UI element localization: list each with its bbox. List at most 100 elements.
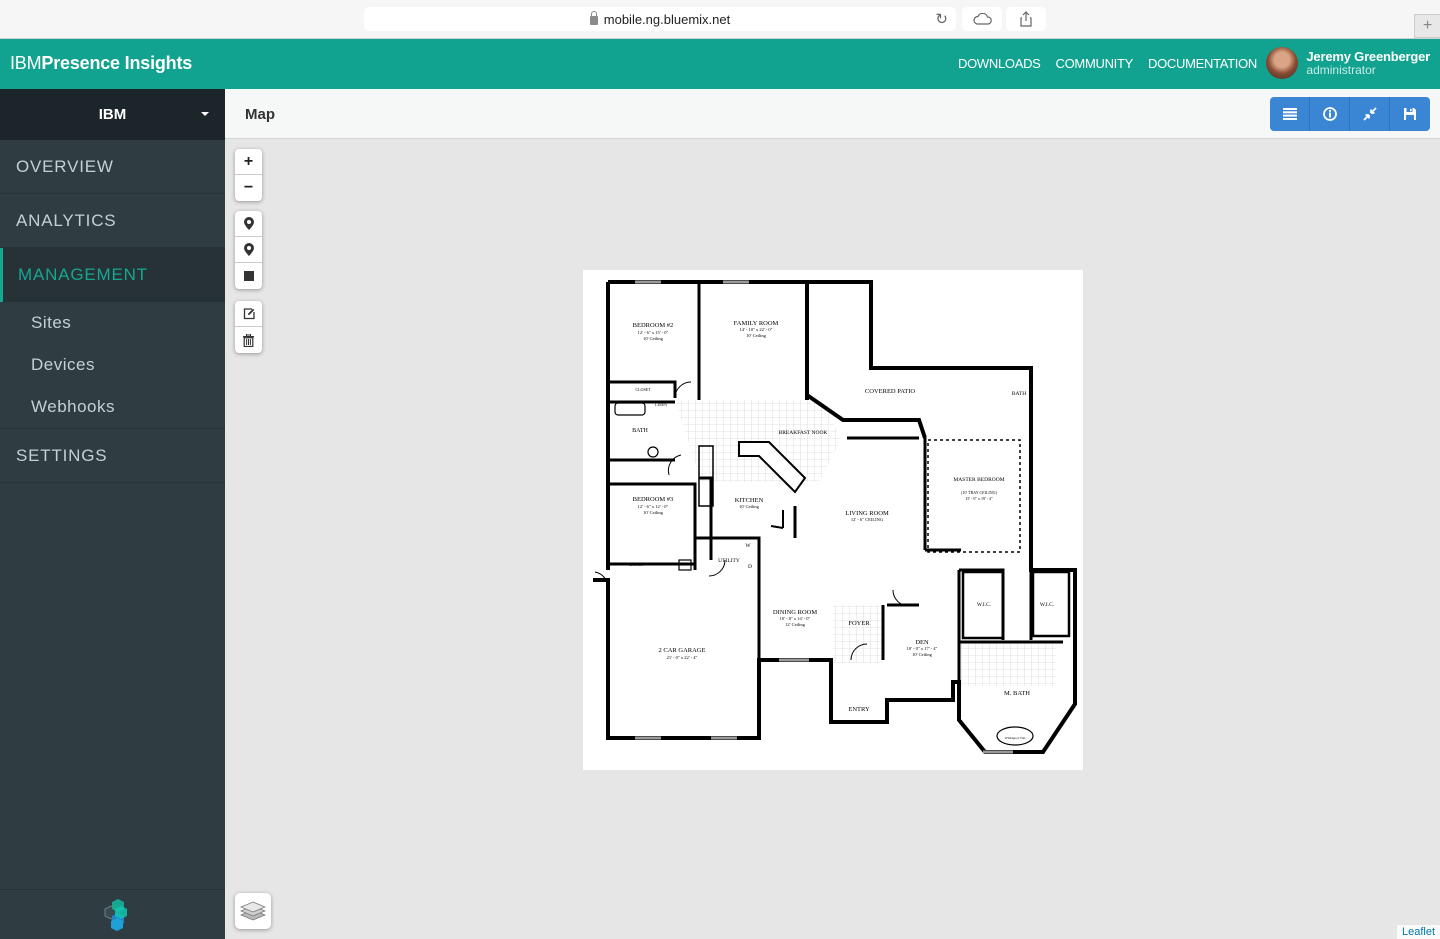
- delete-layers-button[interactable]: [235, 327, 262, 353]
- save-button[interactable]: [1390, 97, 1430, 131]
- share-button[interactable]: [1006, 7, 1046, 31]
- room-label: BREAKFAST NOOK: [779, 430, 828, 436]
- user-name: Jeremy Greenberger: [1306, 49, 1430, 64]
- room-label: W: [745, 543, 751, 549]
- sidebar-subitem-label: Sites: [31, 313, 72, 332]
- sidebar-subitem-devices[interactable]: Devices: [0, 344, 225, 386]
- room-label: BATH: [1012, 391, 1026, 397]
- new-tab-button[interactable]: +: [1414, 14, 1440, 38]
- address-bar[interactable]: mobile.ng.bluemix.net ↻: [364, 7, 956, 31]
- presence-insights-logo-icon: [104, 898, 127, 931]
- room-label: BEDROOM #2: [633, 322, 674, 329]
- room-ceiling: (10' TRAY CEILING): [961, 490, 997, 495]
- floppy-disk-icon: [1404, 108, 1416, 120]
- room-ceiling: 10' Ceiling: [746, 333, 766, 338]
- floorplan-image[interactable]: BEDROOM #2 12' - 6" x 15' - 0" 10' Ceili…: [583, 270, 1083, 770]
- map-canvas[interactable]: + − BEDROOM #2 12' - 6" x 15' - 0" 10' C…: [225, 140, 1440, 939]
- map-marker-icon: [243, 217, 254, 230]
- room-dimension: 14' - 10" x 22' - 0": [739, 327, 772, 332]
- avatar[interactable]: [1266, 47, 1299, 79]
- room-ceiling: 10' Ceiling: [643, 336, 663, 341]
- room-ceiling: 10' Ceiling: [739, 504, 759, 509]
- list-icon: [1282, 108, 1297, 120]
- edit-icon: [243, 307, 255, 319]
- room-label: CLOSET: [635, 387, 651, 392]
- brand-logo[interactable]: IBMPresence Insights: [10, 53, 192, 74]
- user-menu[interactable]: Jeremy Greenberger administrator: [1266, 47, 1430, 79]
- room-label: DEN: [915, 639, 929, 646]
- page-title: Map: [245, 106, 275, 123]
- info-button[interactable]: [1310, 97, 1350, 131]
- sidebar-subitem-label: Webhooks: [31, 397, 116, 416]
- room-label: 2 CAR GARAGE: [659, 647, 706, 654]
- sidebar-footer: [0, 889, 225, 939]
- map-attribution-link[interactable]: Leaflet: [1396, 925, 1440, 939]
- reload-icon[interactable]: ↻: [935, 10, 948, 28]
- fixture-label: Whirlpool Tub: [1005, 736, 1026, 740]
- room-dimension: 10' - 0" x 17' - 4": [907, 646, 938, 651]
- room-label: LIVING ROOM: [845, 510, 889, 517]
- room-dimension: 15' - 0" x 19' - 4": [965, 496, 993, 501]
- room-ceiling: 10' Ceiling: [643, 510, 663, 515]
- draw-marker-button[interactable]: [235, 211, 262, 237]
- draw-rectangle-button[interactable]: [235, 263, 262, 289]
- list-button[interactable]: [1270, 97, 1310, 131]
- user-role: administrator: [1306, 63, 1376, 77]
- info-icon: [1322, 107, 1337, 121]
- sidebar-item-settings[interactable]: SETTINGS: [0, 429, 225, 483]
- sidebar-subitem-sites[interactable]: Sites: [0, 302, 225, 344]
- room-label: D: [748, 564, 752, 570]
- room-label: FOYER: [848, 620, 870, 627]
- room-label: MASTER BEDROOM: [953, 477, 1004, 483]
- nav-community[interactable]: COMMUNITY: [1056, 56, 1134, 71]
- room-label: LINEN: [655, 402, 667, 407]
- browser-toolbar: mobile.ng.bluemix.net ↻ +: [0, 0, 1440, 39]
- room-ceiling: 12' Ceiling: [785, 622, 805, 627]
- url-text: mobile.ng.bluemix.net: [603, 11, 731, 27]
- sidebar-item-overview[interactable]: OVERVIEW: [0, 140, 225, 194]
- sidebar-item-label: OVERVIEW: [16, 156, 114, 176]
- share-icon: [1020, 11, 1032, 27]
- draw-toolbar: [235, 211, 262, 289]
- nav-downloads[interactable]: DOWNLOADS: [958, 56, 1041, 71]
- edit-toolbar: [235, 301, 262, 353]
- icloud-tabs-button[interactable]: [962, 7, 1002, 31]
- room-label: ENTRY: [848, 706, 870, 713]
- sidebar-item-label: ANALYTICS: [16, 210, 117, 230]
- zoom-out-button[interactable]: −: [235, 175, 262, 201]
- zoom-in-button[interactable]: +: [235, 149, 262, 175]
- map-toolbar: [1270, 97, 1430, 131]
- room-label: CLOSET: [628, 562, 644, 567]
- compress-icon: [1362, 107, 1377, 121]
- cloud-icon: [973, 13, 992, 25]
- room-label: BEDROOM #3: [633, 496, 674, 503]
- org-name: IBM: [98, 106, 127, 123]
- room-label: M. BATH: [1004, 690, 1030, 697]
- draw-marker-alt-button[interactable]: [235, 237, 262, 263]
- layers-control-button[interactable]: [235, 893, 271, 929]
- sidebar-item-analytics[interactable]: ANALYTICS: [0, 194, 225, 248]
- sidebar-subitem-webhooks[interactable]: Webhooks: [0, 386, 225, 428]
- room-dimension: 21' - 0" x 22' - 4": [667, 655, 698, 660]
- page-titlebar: Map: [225, 89, 1440, 139]
- room-ceiling: 10' Ceiling: [912, 652, 932, 657]
- room-label: FAMILY ROOM: [734, 320, 779, 327]
- trash-icon: [243, 333, 254, 347]
- org-selector[interactable]: IBM: [0, 89, 225, 140]
- layers-icon: [240, 901, 266, 921]
- nav-documentation[interactable]: DOCUMENTATION: [1148, 56, 1257, 71]
- sidebar-item-label: SETTINGS: [16, 445, 108, 465]
- sidebar-item-management[interactable]: MANAGEMENT: [0, 248, 225, 302]
- room-label: W.I.C.: [977, 602, 992, 608]
- caret-down-icon: [201, 112, 209, 116]
- room-label: DINING ROOM: [773, 609, 817, 616]
- floorplan-drawing: BEDROOM #2 12' - 6" x 15' - 0" 10' Ceili…: [593, 280, 1077, 754]
- room-label: UTILITY: [718, 558, 740, 564]
- top-nav: DOWNLOADS COMMUNITY DOCUMENTATION: [958, 56, 1257, 71]
- zoom-control: + −: [235, 149, 262, 201]
- sidebar-item-label: MANAGEMENT: [18, 265, 148, 284]
- room-dimension: 12' - 6" CEILING: [851, 517, 884, 522]
- edit-layers-button[interactable]: [235, 301, 262, 327]
- room-label: W.I.C.: [1040, 602, 1055, 608]
- collapse-button[interactable]: [1350, 97, 1390, 131]
